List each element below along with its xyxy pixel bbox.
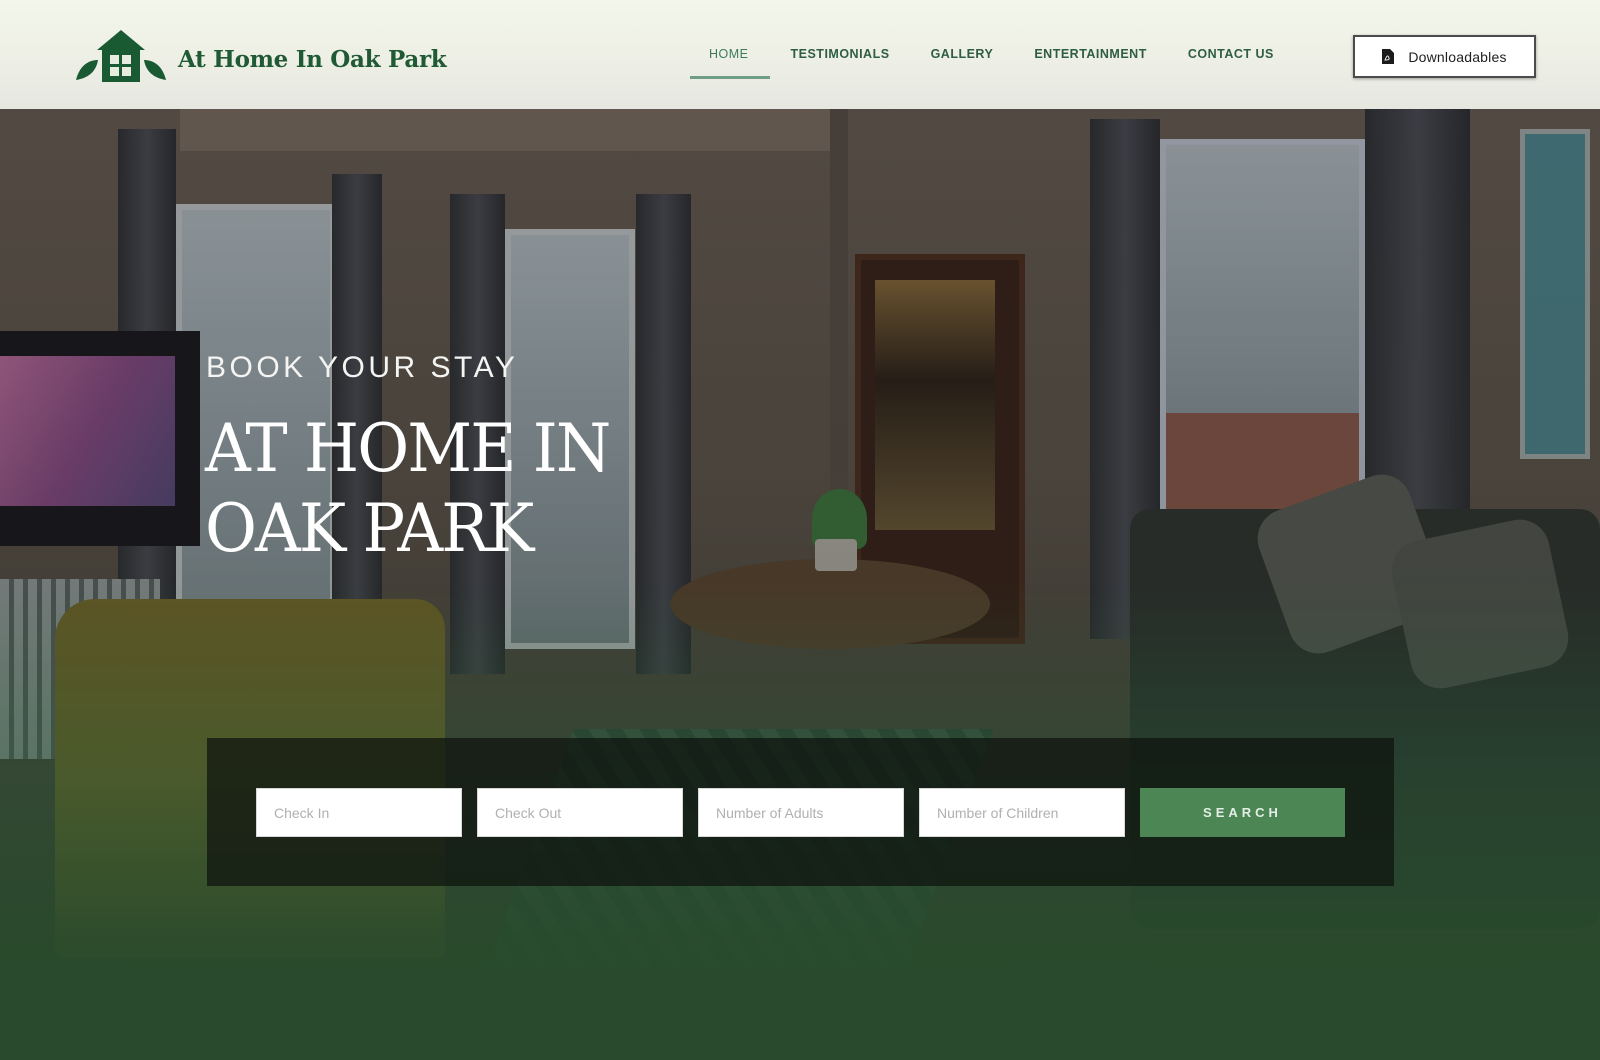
adults-input[interactable] — [698, 788, 904, 837]
check-out-input[interactable] — [477, 788, 683, 837]
hero-title-line1: AT HOME IN — [205, 410, 611, 487]
house-with-leaves-icon — [76, 30, 166, 82]
downloadables-label: Downloadables — [1408, 48, 1507, 65]
pdf-file-icon — [1382, 49, 1395, 64]
check-in-input[interactable] — [256, 788, 462, 837]
nav-item-testimonials[interactable]: TESTIMONIALS — [791, 44, 890, 64]
main-nav: HOME TESTIMONIALS GALLERY ENTERTAINMENT … — [690, 44, 1315, 79]
downloadables-button[interactable]: Downloadables — [1353, 35, 1536, 78]
brand-name: At Home In Oak Park — [178, 45, 447, 73]
nav-item-gallery[interactable]: GALLERY — [931, 44, 994, 64]
children-input[interactable] — [919, 788, 1125, 837]
hero-section: BOOK YOUR STAY AT HOME IN OAK PARK SEARC… — [0, 109, 1600, 1060]
site-header: At Home In Oak Park HOME TESTIMONIALS GA… — [0, 0, 1600, 109]
hero-title-line2: OAK PARK — [205, 490, 534, 567]
hero-eyebrow: BOOK YOUR STAY — [206, 351, 519, 384]
nav-item-contact-us[interactable]: CONTACT US — [1188, 44, 1274, 64]
nav-item-home[interactable]: HOME — [690, 44, 769, 79]
logo-link[interactable]: At Home In Oak Park — [74, 28, 447, 84]
search-button[interactable]: SEARCH — [1140, 788, 1345, 837]
hero-title: AT HOME IN OAK PARK — [205, 409, 685, 569]
booking-form: SEARCH — [207, 738, 1394, 886]
nav-item-entertainment[interactable]: ENTERTAINMENT — [1034, 44, 1147, 64]
green-gradient-overlay — [0, 109, 1600, 1060]
